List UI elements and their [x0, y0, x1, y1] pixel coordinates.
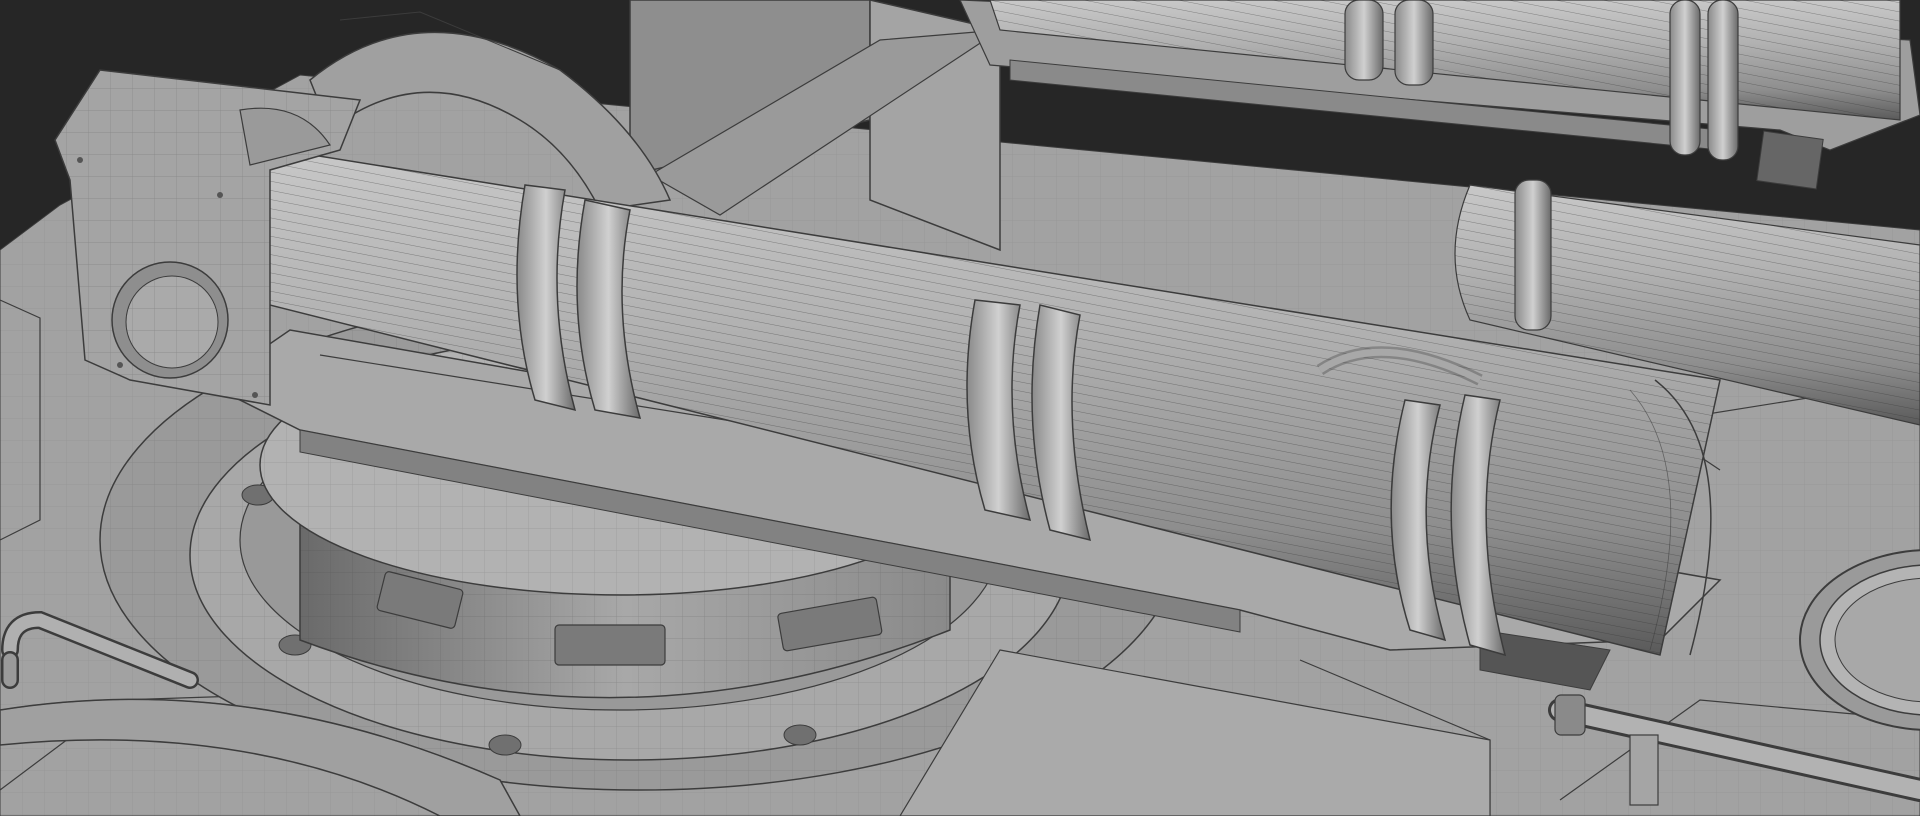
turret-render — [0, 0, 1920, 816]
3d-viewport[interactable] — [0, 0, 1920, 816]
